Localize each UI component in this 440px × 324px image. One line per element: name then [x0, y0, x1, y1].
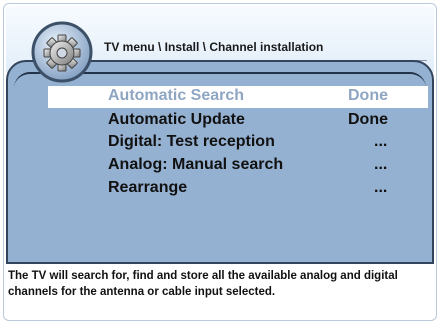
menu-item-status: Done [348, 87, 388, 104]
menu-item-automatic-search[interactable]: Automatic Search Done [48, 86, 428, 108]
menu-item-label: Digital: Test reception [108, 133, 275, 150]
help-text: The TV will search for, find and store a… [8, 270, 398, 298]
breadcrumb: TV menu \ Install \ Channel installation [104, 40, 324, 54]
menu-item-analog-manual-search[interactable]: Analog: Manual search ... [48, 155, 428, 177]
menu-item-status: Done [348, 111, 388, 128]
menu-item-label: Analog: Manual search [108, 156, 284, 173]
menu-item-label: Automatic Search [108, 87, 245, 104]
menu-item-label: Automatic Update [108, 111, 245, 128]
menu-item-automatic-update[interactable]: Automatic Update Done [48, 110, 428, 132]
menu-item-rearrange[interactable]: Rearrange ... [48, 178, 428, 200]
gear-icon [30, 20, 94, 84]
menu-item-label: Rearrange [108, 179, 188, 196]
menu-list: Automatic Search Done Automatic Update D… [14, 72, 428, 260]
menu-item-status: ... [374, 156, 388, 173]
menu-panel: Automatic Search Done Automatic Update D… [6, 60, 434, 264]
menu-item-status: ... [374, 133, 388, 150]
menu-item-status: ... [374, 179, 388, 196]
menu-item-digital-test-reception[interactable]: Digital: Test reception ... [48, 132, 428, 154]
